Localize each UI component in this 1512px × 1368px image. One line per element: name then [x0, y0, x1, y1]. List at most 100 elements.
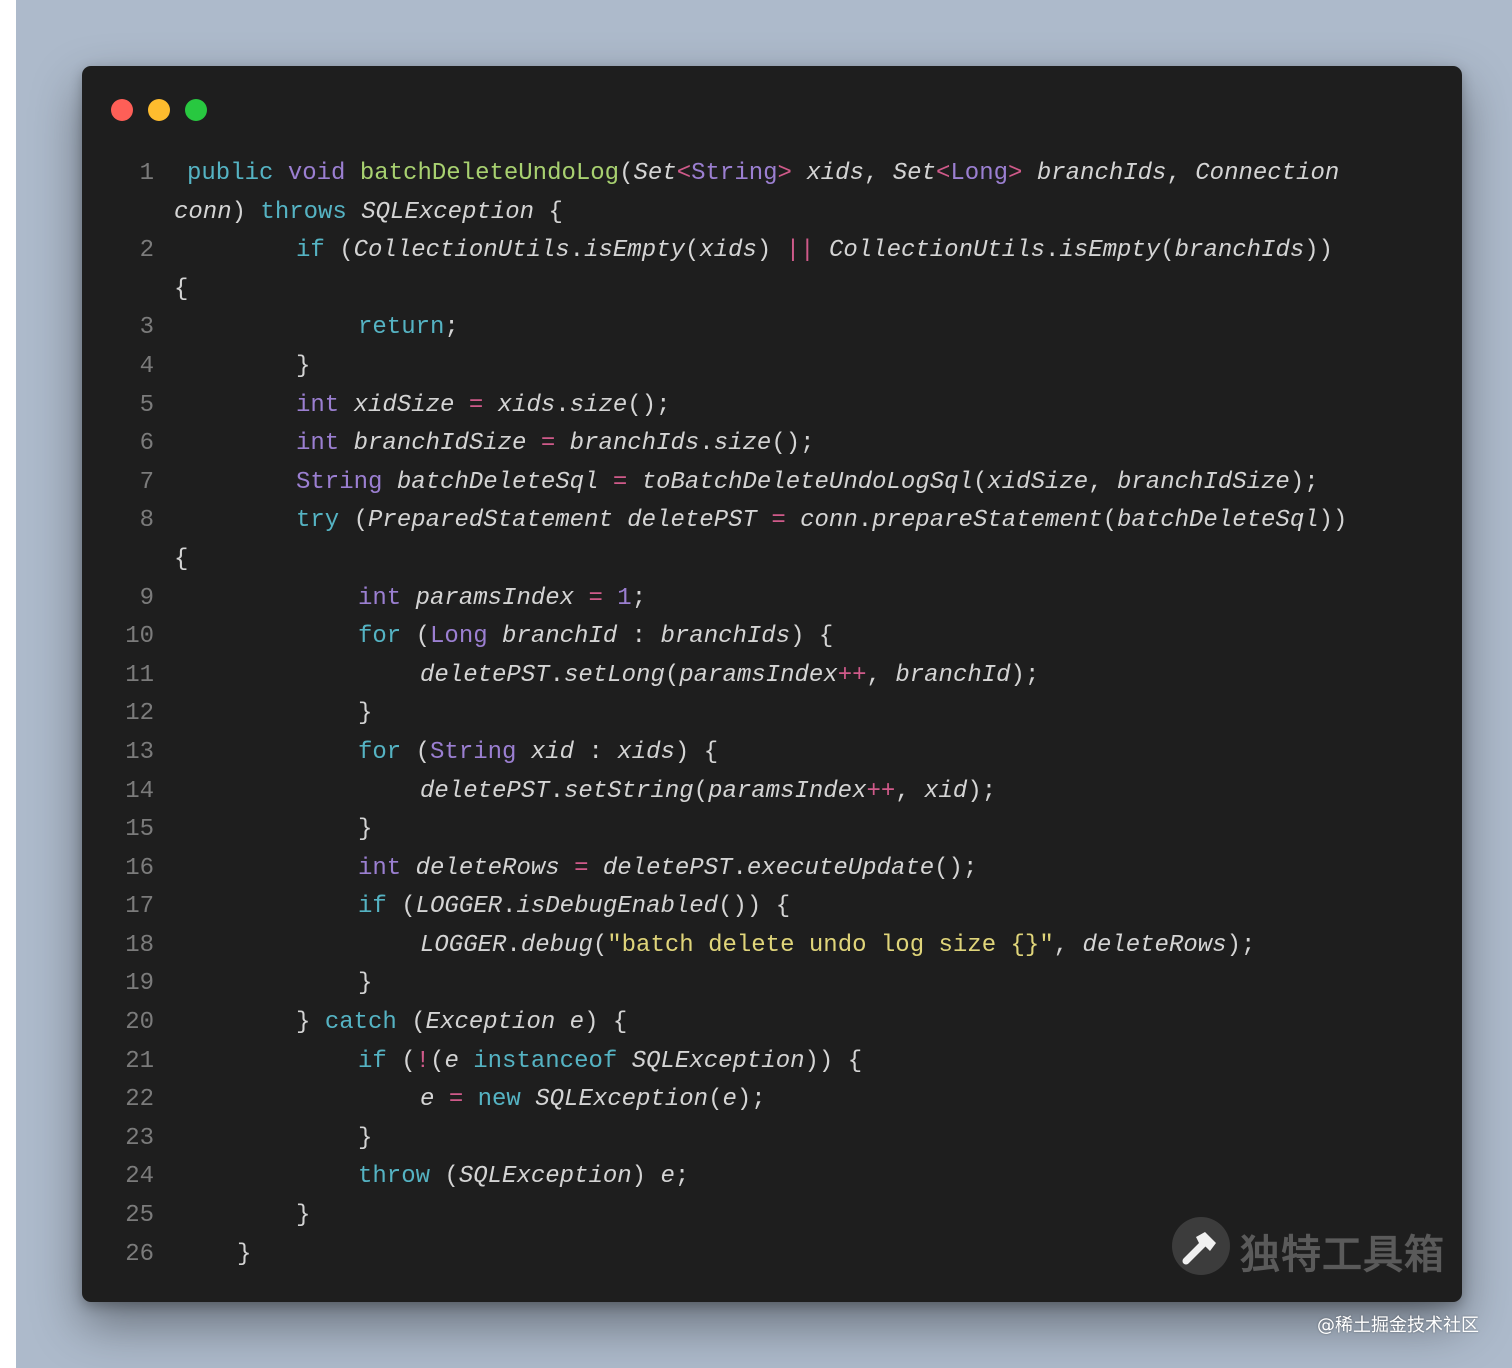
code-token: if: [358, 1047, 387, 1075]
line-text: if (CollectionUtils.isEmpty(xids) || Col…: [296, 232, 1333, 271]
watermark: 独特工具箱: [1170, 1216, 1444, 1278]
code-token: .: [549, 661, 565, 689]
code-token: public: [187, 160, 274, 187]
code-token: }: [296, 1009, 325, 1037]
code-token: setLong: [564, 661, 665, 689]
code-token: branchIds: [1174, 237, 1305, 265]
code-token: xids: [699, 237, 757, 265]
line-text: conn) throws SQLException {: [174, 194, 563, 233]
hammer-icon: [1172, 1217, 1230, 1275]
line-text: throw (SQLException) e;: [358, 1158, 689, 1197]
line-number: 3: [139, 314, 154, 342]
code-token: .: [506, 931, 521, 959]
code-token: e: [569, 1009, 585, 1037]
code-token: xidSize: [987, 468, 1089, 496]
code-token: String: [691, 160, 778, 187]
code-token: }: [358, 700, 373, 728]
code-line: 16 int deleteRows = deletePST.executeUpda…: [82, 850, 1462, 889]
code-token: (: [401, 738, 431, 766]
code-token: =: [468, 391, 484, 419]
code-token: branchIdSize: [1117, 468, 1290, 496]
code-token: !: [415, 1047, 431, 1075]
code-line: 18 LOGGER.debug("batch delete undo log si…: [82, 927, 1462, 966]
line-number: 12: [125, 700, 154, 728]
code-line: 7 String batchDeleteSql = toBatchDeleteUn…: [82, 464, 1462, 503]
code-line: 24 throw (SQLException) e;: [82, 1158, 1462, 1197]
code-token: instanceof: [473, 1047, 618, 1075]
maximize-button[interactable]: [185, 99, 207, 121]
code-token: toBatchDeleteUndoLogSql: [641, 468, 973, 496]
line-number: 22: [125, 1086, 154, 1114]
code-token: Long: [950, 160, 1009, 187]
code-token: ): [756, 237, 786, 265]
code-token: CollectionUtils: [828, 237, 1045, 265]
code-token: xids: [497, 391, 556, 419]
line-number: 9: [139, 584, 154, 612]
line-number: 14: [125, 777, 154, 805]
code-token: }: [358, 1124, 373, 1152]
code-token: );: [1289, 468, 1319, 496]
code-token: .: [549, 777, 565, 805]
line-text: int xidSize = xids.size();: [296, 387, 671, 426]
code-token: )): [1304, 237, 1334, 265]
code-token: ,: [895, 777, 925, 805]
code-token: >: [1008, 160, 1023, 187]
code-token: ) {: [584, 1009, 628, 1037]
line-number: 24: [125, 1163, 154, 1191]
code-token: (: [592, 931, 608, 959]
line-text: String batchDeleteSql = toBatchDeleteUnd…: [296, 464, 1319, 503]
code-token: Connection: [1195, 160, 1340, 187]
close-button[interactable]: [111, 99, 133, 121]
code-token: .: [555, 391, 570, 419]
code-line: 3 return;: [82, 309, 1462, 348]
line-text: if (!(e instanceof SQLException)) {: [358, 1043, 862, 1082]
code-token: ;: [631, 584, 647, 612]
code-token: branchId: [895, 661, 1011, 689]
code-line: {: [82, 271, 1462, 310]
code-token: )) {: [804, 1047, 863, 1075]
code-token: SQLException: [458, 1163, 632, 1191]
line-number: 21: [125, 1047, 154, 1075]
code-token: throw: [358, 1163, 431, 1191]
code-token: ,: [1166, 160, 1196, 187]
credit-text: @稀土掘金技术社区: [1317, 1315, 1479, 1336]
line-number: 7: [139, 468, 154, 496]
code-token: ||: [785, 237, 815, 265]
code-token: )): [1318, 507, 1348, 535]
code-token: branchIds: [1036, 160, 1167, 187]
code-token: (: [972, 468, 988, 496]
code-token: (: [430, 1047, 445, 1075]
code-token: deletePST: [627, 507, 757, 535]
line-text: }: [358, 965, 372, 1004]
line-number: 10: [125, 623, 154, 651]
code-window: 1 public void batchDeleteUndoLog(Set<Stri…: [82, 66, 1462, 1302]
line-number: 2: [139, 237, 154, 265]
code-token: =: [588, 584, 603, 612]
line-number: 25: [125, 1202, 154, 1230]
code-token: ,: [866, 661, 896, 689]
code-token: branchIds: [660, 623, 791, 651]
code-line: 13 for (String xid : xids) {: [82, 734, 1462, 773]
code-token: "batch delete undo log size {}": [607, 931, 1054, 959]
code-token: deletePST: [420, 777, 550, 805]
minimize-button[interactable]: [148, 99, 170, 121]
line-number: 20: [125, 1009, 154, 1037]
code-token: SQLException: [631, 1047, 805, 1075]
code-token: batchDeleteSql: [396, 468, 599, 496]
line-number: 8: [139, 507, 154, 535]
code-token: int: [296, 430, 340, 458]
code-token: .: [502, 893, 517, 921]
code-token: .: [857, 507, 873, 535]
line-number: 23: [125, 1124, 154, 1152]
